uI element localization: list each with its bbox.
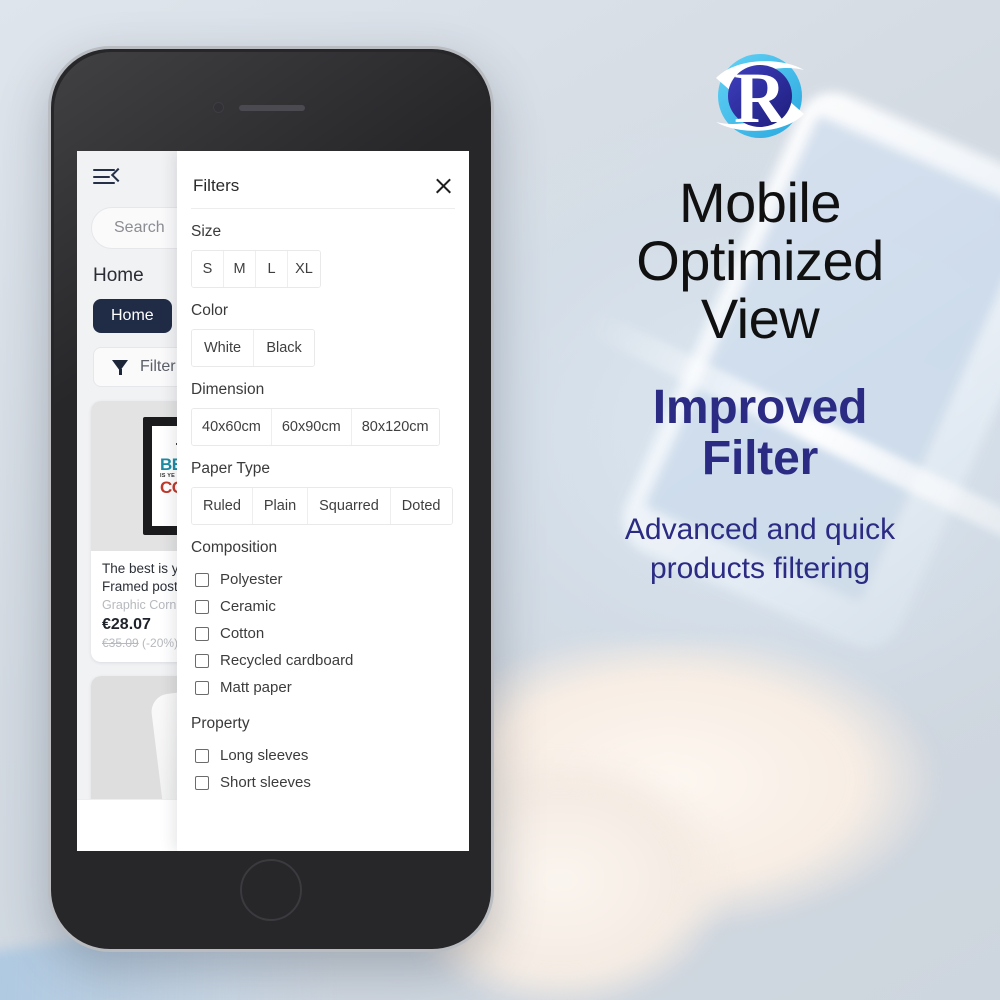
promo-panel: R Mobile Optimized View Improved Filter … — [520, 0, 1000, 1000]
composition-option-cotton[interactable]: Cotton — [191, 620, 455, 647]
tagline-line-1: Advanced and quick — [624, 513, 896, 547]
property-option-short-sleeves[interactable]: Short sleeves — [191, 769, 455, 796]
checkbox-icon[interactable] — [195, 653, 209, 668]
checkbox-icon[interactable] — [195, 775, 209, 790]
color-option-black[interactable]: Black — [254, 330, 315, 366]
property-option-long-sleeves[interactable]: Long sleeves — [191, 742, 455, 769]
option-label: Polyester — [220, 571, 283, 588]
svg-text:R: R — [734, 58, 787, 138]
option-label: Cotton — [220, 625, 265, 642]
filter-group-label: Color — [191, 302, 229, 319]
tagline-line-2: products filtering — [649, 552, 871, 586]
filter-group-label: Paper Type — [191, 460, 270, 477]
dimension-options: 40x60cm 60x90cm 80x120cm — [191, 408, 440, 446]
filter-group-label: Dimension — [191, 381, 265, 398]
color-option-white[interactable]: White — [192, 330, 255, 366]
phone-mockup: Search Home Home Filter BE IS YE CO The … — [48, 46, 494, 952]
option-label: Ceramic — [220, 598, 276, 615]
close-icon[interactable] — [433, 176, 453, 196]
filter-group-size: Size S M L XL — [191, 209, 455, 288]
hamburger-collapse-icon[interactable] — [93, 167, 126, 187]
color-options: White Black — [191, 329, 316, 367]
paper-option-ruled[interactable]: Ruled — [192, 488, 253, 524]
size-option-l[interactable]: L — [256, 251, 288, 287]
filters-header: Filters — [191, 151, 455, 209]
search-placeholder: Search — [114, 219, 165, 236]
product-old-price-value: €35.09 — [102, 636, 139, 651]
page-title: Mobile Optimized View — [636, 171, 884, 351]
phone-speaker-grille — [239, 105, 305, 111]
chip-home[interactable]: Home — [93, 299, 172, 333]
paper-option-plain[interactable]: Plain — [252, 488, 309, 524]
title-line-1: Mobile — [679, 171, 841, 234]
page-tagline: Advanced and quick products filtering — [625, 510, 895, 588]
composition-option-recycled-cardboard[interactable]: Recycled cardboard — [191, 647, 455, 674]
phone-camera-icon — [213, 102, 224, 113]
product-discount: (-20%) — [142, 636, 179, 651]
page-subtitle: Improved Filter — [652, 380, 868, 485]
paper-option-doted[interactable]: Doted — [390, 488, 452, 524]
checkbox-icon[interactable] — [195, 626, 209, 641]
filter-group-color: Color White Black — [191, 288, 455, 367]
filter-group-paper-type: Paper Type Ruled Plain Squarred Doted — [191, 446, 455, 525]
option-label: Long sleeves — [220, 747, 309, 764]
dimension-option-80x120[interactable]: 80x120cm — [351, 409, 439, 445]
title-line-2: Optimized — [636, 229, 884, 293]
paper-option-squarred[interactable]: Squarred — [308, 488, 391, 524]
filters-panel: Filters Size S M L XL Color White Black … — [177, 151, 469, 851]
checkbox-icon[interactable] — [195, 748, 209, 763]
size-option-s[interactable]: S — [192, 251, 224, 287]
subtitle-line-1: Improved — [652, 380, 868, 434]
poster-canvas: Search Home Home Filter BE IS YE CO The … — [0, 0, 1000, 1000]
filter-group-label: Size — [191, 223, 222, 240]
filter-group-label: Property — [191, 715, 250, 732]
filter-group-label: Composition — [191, 539, 278, 556]
composition-option-polyester[interactable]: Polyester — [191, 566, 455, 593]
checkbox-icon[interactable] — [195, 572, 209, 587]
brand-logo: R — [702, 44, 818, 148]
size-option-xl[interactable]: XL — [288, 251, 320, 287]
filters-title: Filters — [193, 176, 240, 195]
logo-rs-icon: R — [716, 54, 804, 138]
composition-option-matt-paper[interactable]: Matt paper — [191, 674, 455, 701]
composition-option-ceramic[interactable]: Ceramic — [191, 593, 455, 620]
phone-home-button[interactable] — [240, 859, 302, 921]
phone-screen: Search Home Home Filter BE IS YE CO The … — [77, 151, 469, 851]
funnel-icon — [112, 359, 128, 375]
filter-button-label: Filter — [140, 358, 176, 375]
option-label: Matt paper — [220, 679, 292, 696]
checkbox-icon[interactable] — [195, 680, 209, 695]
filter-group-property: Property Long sleeves Short sleeves — [191, 701, 455, 796]
size-options: S M L XL — [191, 250, 321, 288]
title-line-3: View — [700, 287, 820, 351]
subtitle-line-2: Filter — [701, 431, 819, 485]
paper-type-options: Ruled Plain Squarred Doted — [191, 487, 453, 525]
filter-group-composition: Composition Polyester Ceramic Cotton Rec… — [191, 525, 455, 701]
size-option-m[interactable]: M — [224, 251, 256, 287]
dimension-option-60x90[interactable]: 60x90cm — [271, 409, 352, 445]
checkbox-icon[interactable] — [195, 599, 209, 614]
filter-group-dimension: Dimension 40x60cm 60x90cm 80x120cm — [191, 367, 455, 446]
option-label: Recycled cardboard — [220, 652, 354, 669]
dimension-option-40x60[interactable]: 40x60cm — [192, 409, 272, 445]
option-label: Short sleeves — [220, 774, 311, 791]
